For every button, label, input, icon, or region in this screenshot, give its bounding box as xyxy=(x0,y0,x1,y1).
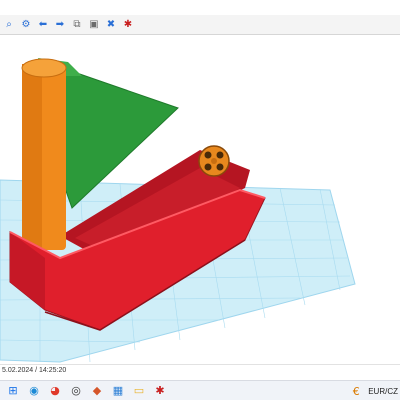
file-explorer-icon[interactable]: ▭ xyxy=(131,383,147,399)
arrow-right-icon[interactable]: ➡ xyxy=(53,18,67,32)
arrow-left-icon[interactable]: ⬅ xyxy=(36,18,50,32)
chrome-browser-icon[interactable]: ◕ xyxy=(47,383,63,399)
puzzle-icon[interactable]: ✱ xyxy=(121,18,135,32)
settings-icon[interactable]: ⚙ xyxy=(19,18,33,32)
timestamp: 5.02.2024 / 14:25:20 xyxy=(2,367,67,374)
tray-label[interactable]: EUR/CZ xyxy=(368,387,398,396)
window-top-strip xyxy=(0,0,400,15)
windows-start-icon[interactable]: ⊞ xyxy=(5,383,21,399)
media-app-icon[interactable]: ◎ xyxy=(68,383,84,399)
edge-browser-icon[interactable]: ◉ xyxy=(26,383,42,399)
status-bar: 5.02.2024 / 14:25:20 xyxy=(0,364,400,380)
viewer-toolbar: ⌕ ⚙ ⬅ ➡ ⧉ ▣ ✖ ✱ xyxy=(0,15,400,35)
app-icon[interactable]: ◆ xyxy=(89,383,105,399)
puzzle-app-icon[interactable]: ✱ xyxy=(152,383,168,399)
currency-icon[interactable]: € xyxy=(348,383,364,399)
tools-icon[interactable]: ✖ xyxy=(104,18,118,32)
system-tray: € EUR/CZ xyxy=(348,381,400,401)
paste-icon[interactable]: ▣ xyxy=(87,18,101,32)
scene-canvas xyxy=(0,58,356,363)
3d-viewport[interactable] xyxy=(0,36,400,364)
wheel xyxy=(198,145,230,177)
taskbar: ⊞ ◉ ◕ ◎ ◆ ▦ ▭ ✱ € EUR/CZ xyxy=(0,380,400,400)
zoom-icon[interactable]: ⌕ xyxy=(2,18,16,32)
tinkercad-icon[interactable]: ▦ xyxy=(110,383,126,399)
mast-top xyxy=(21,58,67,78)
mast-shade xyxy=(22,64,42,250)
copy-icon[interactable]: ⧉ xyxy=(70,18,84,32)
